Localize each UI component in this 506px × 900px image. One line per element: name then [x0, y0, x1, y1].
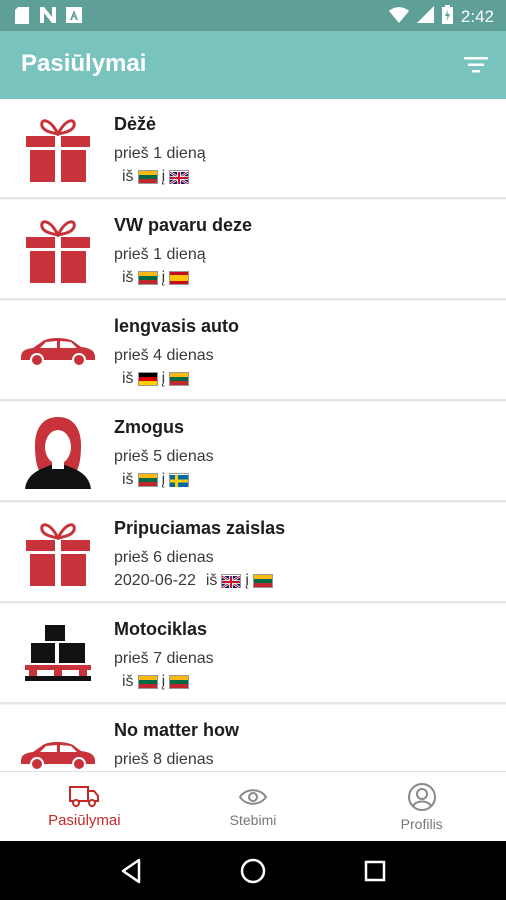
- offer-row[interactable]: lengvasis auto prieš 4 dienas iš į: [0, 301, 506, 401]
- to-label: į: [161, 673, 166, 690]
- nav-label: Pasiūlymai: [48, 812, 121, 829]
- to-label: į: [161, 471, 166, 488]
- offer-row[interactable]: Pripuciamas zaislas prieš 6 dienas 2020-…: [0, 503, 506, 603]
- flag-lt-icon: [137, 271, 158, 285]
- car-icon: [16, 719, 100, 771]
- flag-lt-icon: [137, 170, 158, 184]
- bottom-nav: Pasiūlymai Stebimi Profilis: [0, 771, 506, 841]
- offer-time: prieš 1 dieną: [114, 145, 206, 162]
- offer-title: Zmogus: [114, 417, 184, 437]
- from-label: iš: [122, 269, 134, 286]
- offer-route: 2020-06-22 iš į: [114, 572, 273, 590]
- offer-title: VW pavaru deze: [114, 215, 253, 235]
- back-icon: [121, 858, 141, 883]
- nav-item-stebimi[interactable]: Stebimi: [169, 772, 338, 841]
- gift-icon: [16, 214, 100, 286]
- offer-time: prieš 7 dienas: [114, 650, 214, 667]
- home-button[interactable]: [238, 856, 268, 886]
- profile-icon: [407, 782, 436, 811]
- nav-label: Profilis: [400, 815, 443, 832]
- car-icon: [16, 315, 100, 387]
- offer-route: iš į: [114, 471, 190, 489]
- flag-lt-icon: [137, 675, 158, 689]
- from-label: iš: [122, 673, 134, 690]
- to-label: į: [245, 572, 249, 589]
- from-label: iš: [122, 168, 134, 185]
- offer-row[interactable]: VW pavaru deze prieš 1 dieną iš į: [0, 200, 506, 300]
- offer-route: iš į: [114, 370, 190, 388]
- system-nav-bar: [0, 841, 506, 900]
- sd-card-icon: [14, 6, 30, 24]
- offer-time: prieš 4 dienas: [114, 347, 214, 364]
- offer-title: Dėžė: [114, 114, 157, 134]
- flag-lt-icon: [137, 473, 158, 487]
- to-label: į: [161, 168, 166, 185]
- to-label: į: [161, 370, 166, 387]
- offers-list[interactable]: Dėžė prieš 1 dieną iš į VW pavaru deze p…: [0, 99, 506, 771]
- truck-icon: [69, 786, 100, 807]
- offer-row[interactable]: No matter how prieš 8 dienas: [0, 705, 506, 771]
- offer-time: prieš 6 dienas: [114, 549, 214, 566]
- flag-es-icon: [169, 271, 190, 285]
- back-button[interactable]: [116, 856, 146, 886]
- app-bar: Pasiūlymai: [0, 31, 506, 99]
- person-icon: [16, 416, 100, 489]
- offer-title: No matter how: [114, 720, 240, 740]
- offer-title: lengvasis auto: [114, 316, 240, 336]
- offer-row[interactable]: Motociklas prieš 7 dienas iš į: [0, 604, 506, 704]
- to-label: į: [161, 269, 166, 286]
- status-notification-icons: [14, 6, 82, 24]
- offer-row[interactable]: Dėžė prieš 1 dieną iš į: [0, 99, 506, 199]
- a-icon: [66, 6, 82, 24]
- offer-title: Pripuciamas zaislas: [114, 518, 286, 538]
- gift-icon: [16, 517, 100, 589]
- flag-gb-icon: [169, 170, 190, 185]
- from-label: iš: [122, 370, 134, 387]
- battery-icon: [441, 5, 453, 29]
- flag-lt-icon: [169, 372, 190, 386]
- status-bar: 2:42: [0, 0, 506, 31]
- offer-time: prieš 1 dieną: [114, 246, 206, 263]
- offer-route: iš į: [114, 168, 190, 186]
- n-icon: [40, 6, 56, 24]
- offer-time: prieš 5 dienas: [114, 448, 214, 465]
- offer-date: 2020-06-22: [114, 572, 196, 589]
- offer-row[interactable]: Zmogus prieš 5 dienas iš į: [0, 402, 506, 502]
- home-icon: [240, 858, 266, 883]
- recents-icon: [364, 860, 386, 881]
- flag-lt-icon: [252, 574, 273, 588]
- flag-lt-icon: [169, 675, 190, 689]
- nav-item-profilis[interactable]: Profilis: [337, 772, 506, 841]
- signal-icon: [416, 6, 434, 28]
- from-label: iš: [205, 572, 218, 589]
- offer-route: iš į: [114, 673, 190, 691]
- offer-title: Motociklas: [114, 619, 208, 639]
- eye-icon: [238, 788, 268, 805]
- flag-gb-icon: [221, 574, 242, 589]
- from-label: iš: [122, 471, 134, 488]
- status-system-icons: 2:42: [388, 5, 494, 29]
- flag-de-icon: [137, 372, 158, 386]
- filter-button[interactable]: [462, 51, 490, 79]
- nav-label: Stebimi: [229, 811, 277, 828]
- nav-item-pasiulymai[interactable]: Pasiūlymai: [0, 772, 169, 841]
- pallet-boxes-icon: [16, 618, 100, 690]
- wifi-icon: [388, 6, 409, 28]
- filter-icon: [464, 57, 488, 73]
- gift-icon: [16, 113, 100, 185]
- page-title: Pasiūlymai: [21, 50, 147, 77]
- recents-button[interactable]: [360, 856, 390, 886]
- offer-time: prieš 8 dienas: [114, 751, 214, 768]
- status-time: 2:42: [460, 7, 494, 26]
- offer-route: iš į: [114, 269, 190, 287]
- flag-se-icon: [169, 473, 190, 487]
